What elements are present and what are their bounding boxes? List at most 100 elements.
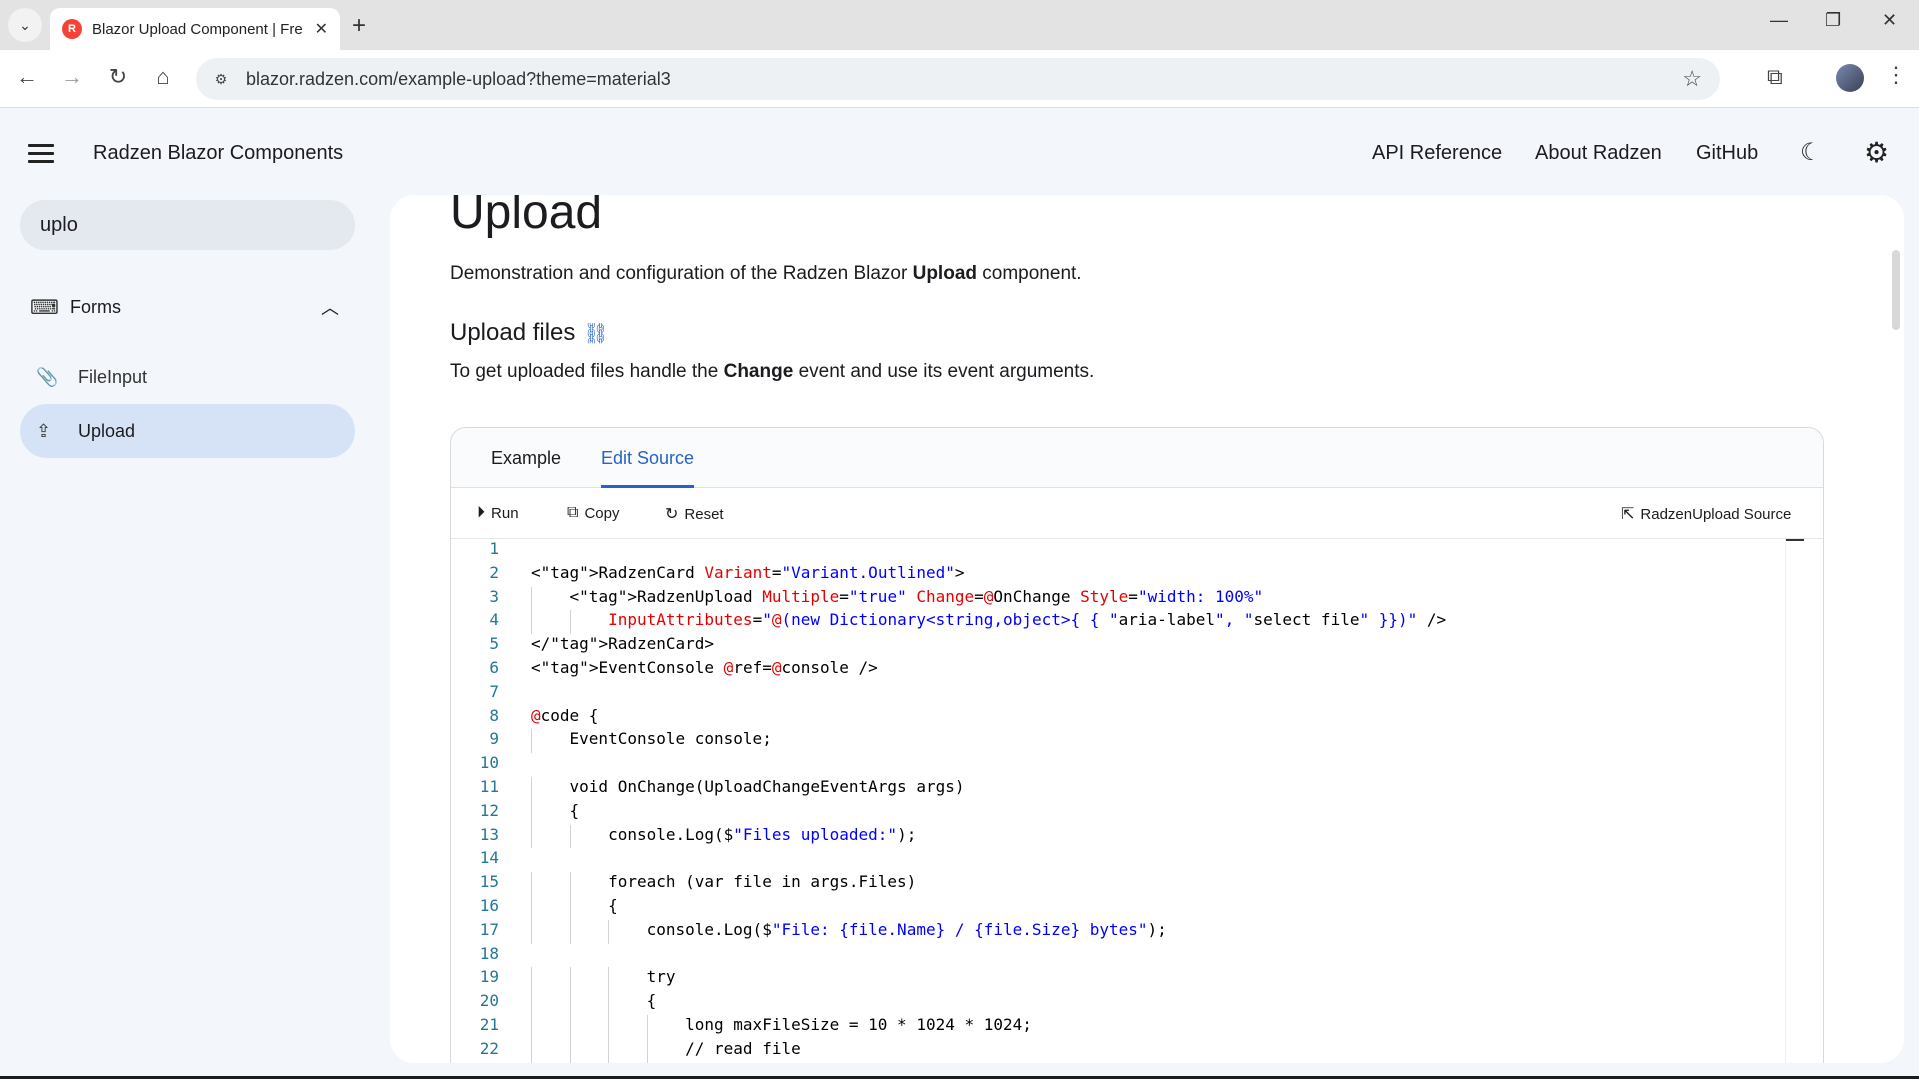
code-text: @code {: [531, 705, 599, 725]
restore-window-icon[interactable]: ❐: [1825, 10, 1841, 31]
sidebar-item-label: Upload: [78, 420, 136, 441]
search-input[interactable]: uplo: [20, 200, 355, 250]
code-line[interactable]: 6 <"tag">EventConsole @ref=@console />: [451, 658, 1803, 682]
code-line[interactable]: 15 foreach (var file in args.Files): [451, 872, 1803, 896]
app-title[interactable]: Radzen Blazor Components: [93, 142, 343, 165]
code-line[interactable]: 5 </"tag">RadzenCard>: [451, 634, 1803, 658]
hamburger-menu-icon[interactable]: [28, 144, 54, 163]
code-text: {: [531, 896, 618, 915]
indent-guide: [646, 1015, 648, 1039]
code-line[interactable]: 20 {: [451, 991, 1803, 1015]
site-info-icon[interactable]: ⚙: [208, 66, 234, 92]
indent-guide: [608, 991, 610, 1015]
tab-edit-source[interactable]: Edit Source: [601, 428, 695, 488]
indent-guide: [608, 1038, 610, 1063]
chevron-up-icon: ︿: [321, 298, 339, 318]
app-header: Radzen Blazor Components API Reference A…: [0, 108, 1919, 198]
code-text: {: [531, 991, 657, 1011]
extensions-icon[interactable]: ⧉: [1767, 64, 1783, 90]
code-line[interactable]: 22 // read file: [451, 1039, 1803, 1063]
close-tab-icon[interactable]: ✕: [315, 19, 328, 39]
code-line[interactable]: 8 @code {: [451, 706, 1803, 730]
line-number: 18: [479, 943, 499, 963]
browser-tab-bar: ⌄ R Blazor Upload Component | Fre ✕ + — …: [0, 0, 1919, 50]
code-line[interactable]: 18: [451, 944, 1803, 968]
code-line[interactable]: 4 InputAttributes="@(new Dictionary<stri…: [451, 610, 1803, 634]
upload-icon: ⇪: [36, 420, 52, 441]
indent-guide: [531, 824, 532, 849]
line-number: 8: [489, 705, 499, 725]
indent-guide: [531, 1038, 532, 1063]
url-text[interactable]: blazor.radzen.com/example-upload?theme=m…: [246, 69, 671, 90]
code-line[interactable]: 21 long maxFileSize = 10 * 1024 * 1024;: [451, 1015, 1803, 1039]
settings-gear-icon[interactable]: ⚙: [1864, 136, 1889, 169]
profile-avatar[interactable]: [1836, 64, 1864, 92]
code-text: try: [531, 967, 676, 987]
anchor-link-icon[interactable]: ⛓: [583, 321, 608, 346]
radzen-favicon-icon: R: [62, 19, 82, 39]
line-number: 15: [479, 872, 499, 892]
line-number: 14: [479, 848, 499, 868]
reset-button[interactable]: ↻ Reset: [665, 504, 724, 524]
code-line[interactable]: 16 {: [451, 896, 1803, 920]
close-window-icon[interactable]: ✕: [1882, 10, 1897, 31]
line-number: 19: [479, 967, 499, 987]
code-editor[interactable]: 1 2 <"tag">RadzenCard Variant="Variant.Out…: [451, 539, 1804, 1063]
code-line[interactable]: 11 void OnChange(UploadChangeEventArgs a…: [451, 777, 1803, 801]
code-line[interactable]: 13 console.Log($"Files uploaded:");: [451, 825, 1803, 849]
reload-button[interactable]: ↻: [103, 64, 133, 90]
copy-icon: ⧉: [567, 504, 579, 521]
example-tabs: Example Edit Source: [451, 428, 1823, 488]
new-tab-button[interactable]: +: [352, 12, 366, 40]
bookmark-star-icon[interactable]: ☆: [1682, 66, 1702, 92]
sidebar: uplo ⌨ Forms ︿ 📎 FileInput ⇪ Upload: [0, 198, 375, 1079]
reset-icon: ↻: [665, 506, 679, 523]
tab-search-button[interactable]: ⌄: [8, 8, 42, 42]
indent-guide: [608, 967, 610, 992]
code-text: foreach (var file in args.Files): [531, 872, 917, 892]
run-button[interactable]: ⏵ Run: [477, 504, 519, 522]
forward-button[interactable]: →: [57, 64, 87, 90]
nav-about-radzen[interactable]: About Radzen: [1535, 142, 1662, 165]
code-line[interactable]: 9 EventConsole console;: [451, 729, 1803, 753]
code-text: </"tag">RadzenCard>: [531, 634, 715, 654]
dark-mode-moon-icon[interactable]: ☾: [1800, 138, 1822, 167]
indent-guide: [608, 919, 610, 944]
line-number: 21: [479, 1015, 499, 1034]
radzenupload-source-link[interactable]: ⇱ RadzenUpload Source: [1621, 504, 1791, 524]
copy-button[interactable]: ⧉ Copy: [567, 504, 619, 522]
nav-github[interactable]: GitHub: [1696, 142, 1758, 165]
page-scrollbar[interactable]: [1892, 250, 1900, 330]
indent-guide: [569, 991, 571, 1015]
line-number: 6: [489, 658, 499, 677]
sidebar-group-label: Forms: [70, 296, 121, 317]
code-line[interactable]: 7: [451, 682, 1803, 706]
back-button[interactable]: ←: [12, 64, 42, 90]
address-bar[interactable]: ⚙ blazor.radzen.com/example-upload?theme…: [196, 58, 1720, 100]
nav-api-reference[interactable]: API Reference: [1372, 142, 1502, 165]
code-line[interactable]: 1: [451, 539, 1803, 563]
minimize-window-icon[interactable]: —: [1770, 10, 1788, 31]
sidebar-group-forms[interactable]: ⌨ Forms ︿: [20, 280, 355, 334]
home-button[interactable]: ⌂: [148, 64, 178, 90]
open-external-icon: ⇱: [1621, 506, 1635, 523]
indent-guide: [531, 919, 532, 944]
code-line[interactable]: 19 try: [451, 967, 1803, 991]
tab-example[interactable]: Example: [491, 428, 561, 488]
indent-guide: [608, 1015, 610, 1039]
sidebar-item-fileinput[interactable]: 📎 FileInput: [20, 350, 355, 404]
code-text: <"tag">EventConsole @ref=@console />: [531, 658, 878, 677]
browser-tab[interactable]: R Blazor Upload Component | Fre ✕: [50, 8, 340, 50]
code-line[interactable]: 12 {: [451, 801, 1803, 825]
code-line[interactable]: 2 <"tag">RadzenCard Variant="Variant.Outl…: [451, 563, 1803, 587]
code-line[interactable]: 17 console.Log($"File: {file.Name} / {fi…: [451, 920, 1803, 944]
line-number: 3: [489, 586, 499, 606]
code-line[interactable]: 10: [451, 753, 1803, 777]
browser-menu-icon[interactable]: ⋮: [1885, 62, 1907, 88]
sidebar-item-upload[interactable]: ⇪ Upload: [20, 404, 355, 458]
code-text: // read file: [531, 1038, 801, 1058]
indent-guide: [569, 967, 571, 992]
paperclip-icon: 📎: [36, 366, 59, 387]
code-line[interactable]: 3 <"tag">RadzenUpload Multiple="true" Ch…: [451, 587, 1803, 611]
code-line[interactable]: 14: [451, 848, 1803, 872]
